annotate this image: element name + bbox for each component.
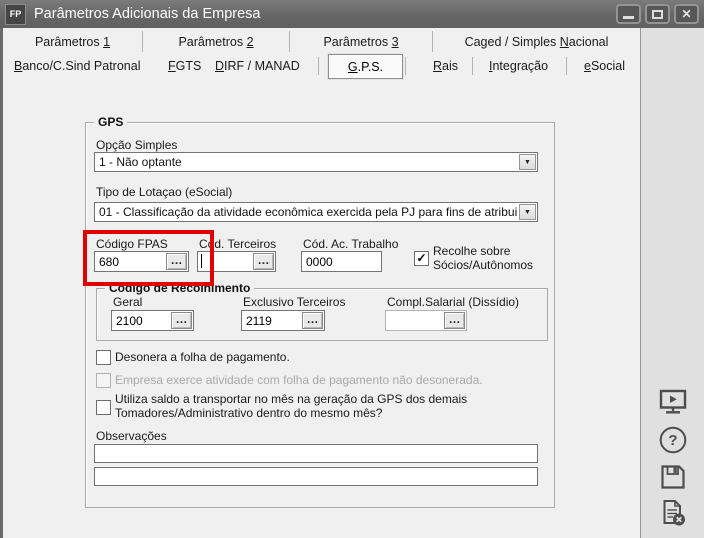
check-icon: ✓: [416, 251, 427, 265]
tab-esocial[interactable]: eSocial: [584, 59, 625, 73]
recolhe-socios-checkbox[interactable]: ✓: [414, 251, 429, 266]
geral-field-wrap: …: [111, 310, 194, 331]
tab-integracao[interactable]: Integração: [489, 59, 548, 73]
minimize-icon: [623, 16, 634, 19]
observacoes-input-1[interactable]: [94, 444, 538, 463]
cod-ac-trabalho-input[interactable]: [301, 251, 382, 272]
codigo-recolhimento-group-label: Código de Recolhimento: [105, 281, 255, 295]
tab-separator: [566, 57, 567, 75]
browse-icon[interactable]: …: [444, 312, 465, 329]
observacoes-field-1-wrap: [94, 444, 538, 465]
close-button[interactable]: ✕: [674, 4, 699, 24]
recolhe-socios-label-line2: Sócios/Autônomos: [433, 258, 534, 272]
compl-salarial-field-wrap: …: [385, 310, 467, 331]
cancel-document-button[interactable]: [654, 496, 692, 530]
geral-label: Geral: [113, 295, 143, 309]
video-tutorial-button[interactable]: [654, 385, 692, 419]
recolhe-socios-label-line1: Recolhe sobre: [433, 244, 511, 258]
opcao-simples-value: 1 - Não optante: [99, 155, 182, 169]
cod-terceiros-label: Cód. Terceiros: [199, 237, 277, 251]
maximize-button[interactable]: [645, 4, 670, 24]
tab-parametros-3[interactable]: Parâmetros 3: [290, 31, 433, 52]
gps-group-label: GPS: [94, 115, 128, 129]
codigo-fpas-label: Código FPAS: [96, 237, 168, 251]
browse-icon[interactable]: …: [171, 312, 192, 329]
window-title: Parâmetros Adicionais da Empresa: [34, 6, 261, 22]
utiliza-saldo-checkbox[interactable]: ✓: [96, 400, 111, 415]
tipo-lotacao-value: 01 - Classificação da atividade econômic…: [99, 205, 517, 219]
tab-separator: [405, 57, 406, 75]
opcao-simples-label: Opção Simples: [96, 138, 178, 152]
observacoes-field-2-wrap: [94, 467, 538, 488]
tab-banco-csind-patronal[interactable]: Banco/C.Sind Patronal: [14, 59, 140, 73]
cod-terceiros-field-wrap: …: [197, 251, 276, 272]
tab-caged-simples-nacional[interactable]: Caged / Simples Nacional: [433, 31, 640, 52]
tab-parametros-2[interactable]: Parâmetros 2: [143, 31, 290, 52]
desonera-checkbox[interactable]: ✓: [96, 350, 111, 365]
text-cursor: [201, 254, 202, 268]
tab-dirf-manad[interactable]: DIRF / MANAD: [215, 59, 300, 73]
save-button[interactable]: [654, 460, 692, 494]
tipo-lotacao-label: Tipo de Lotaçao (eSocial): [96, 185, 233, 199]
browse-icon[interactable]: …: [166, 253, 187, 270]
title-bar: FP Parâmetros Adicionais da Empresa ✕: [0, 0, 704, 28]
codigo-recolhimento-groupbox: Código de Recolhimento Geral … Exclusivo…: [96, 281, 548, 341]
tab-row-1: Parâmetros 1 Parâmetros 2 Parâmetros 3 C…: [3, 28, 640, 53]
exclusivo-terceiros-label: Exclusivo Terceiros: [243, 295, 346, 309]
cancel-document-icon: [663, 500, 685, 526]
tab-separator: [318, 57, 319, 75]
help-icon: ?: [659, 426, 687, 454]
browse-icon[interactable]: …: [253, 253, 274, 270]
video-player-icon: [659, 389, 687, 414]
help-button[interactable]: ?: [654, 423, 692, 457]
observacoes-label: Observações: [96, 429, 167, 443]
tab-fgts[interactable]: FGTS: [168, 59, 201, 73]
maximize-icon: [652, 9, 663, 19]
tab-separator: [472, 57, 473, 75]
tab-gps-selected[interactable]: G .P.S.: [328, 54, 403, 79]
tipo-lotacao-dropdown[interactable]: 01 - Classificação da atividade econômic…: [94, 202, 538, 222]
save-icon: [661, 465, 685, 489]
cod-ac-trabalho-label: Cód. Ac. Trabalho: [303, 237, 399, 251]
browse-icon[interactable]: …: [302, 312, 323, 329]
gps-groupbox: GPS Opção Simples 1 - Não optante ▼ Tipo…: [83, 115, 555, 508]
desonera-label: Desonera a folha de pagamento.: [115, 350, 290, 364]
observacoes-input-2[interactable]: [94, 467, 538, 486]
tab-parametros-1[interactable]: Parâmetros 1: [3, 31, 143, 52]
utiliza-saldo-label-line1: Utiliza saldo a transportar no mês na ge…: [115, 392, 468, 406]
main-panel: Parâmetros 1 Parâmetros 2 Parâmetros 3 C…: [0, 28, 641, 538]
tab-row-2: Banco/C.Sind Patronal FGTS DIRF / MANAD …: [3, 53, 640, 80]
svg-text:?: ?: [668, 432, 677, 449]
tab-rais[interactable]: Rais: [433, 59, 458, 73]
minimize-button[interactable]: [616, 4, 641, 24]
parametros-adicionais-window: FP Parâmetros Adicionais da Empresa ✕ Pa…: [0, 0, 704, 538]
utiliza-saldo-label-line2: Tomadores/Administrativo dentro do mesmo…: [115, 406, 383, 420]
empresa-exerce-checkbox: ✓: [96, 373, 111, 388]
empresa-exerce-label: Empresa exerce atividade com folha de pa…: [115, 373, 483, 387]
chevron-down-icon[interactable]: ▼: [519, 154, 536, 170]
close-icon: ✕: [681, 7, 692, 21]
side-toolbar: ?: [641, 28, 704, 538]
compl-salarial-label: Compl.Salarial (Dissídio): [387, 295, 520, 309]
exclusivo-terceiros-field-wrap: …: [241, 310, 325, 331]
codigo-fpas-field-wrap: …: [94, 251, 189, 272]
chevron-down-icon[interactable]: ▼: [519, 204, 536, 220]
opcao-simples-dropdown[interactable]: 1 - Não optante ▼: [94, 152, 538, 172]
cod-ac-trabalho-field-wrap: [301, 251, 382, 272]
app-icon: FP: [5, 3, 26, 25]
